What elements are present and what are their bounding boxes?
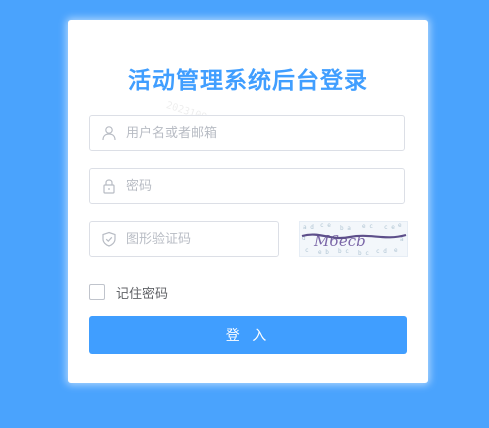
svg-text:c d: c d bbox=[376, 248, 387, 255]
page-title: 活动管理系统后台登录 bbox=[128, 68, 368, 94]
svg-text:e: e bbox=[394, 247, 398, 254]
remember-password[interactable]: 记住密码 bbox=[89, 283, 169, 302]
svg-text:e c: e c bbox=[362, 223, 373, 230]
password-field[interactable] bbox=[89, 168, 405, 204]
captcha-image[interactable]: a dc eb a e cc ee ce bb c b cc de da M6e… bbox=[299, 221, 408, 257]
lock-icon bbox=[103, 179, 115, 194]
svg-text:c: c bbox=[305, 247, 309, 254]
login-button[interactable]: 登 入 bbox=[89, 316, 407, 354]
captcha-input[interactable] bbox=[126, 222, 266, 256]
captcha-graphic: a dc eb a e cc ee ce bb c b cc de da M6e… bbox=[301, 222, 407, 256]
svg-text:e b: e b bbox=[318, 249, 329, 256]
svg-text:b a: b a bbox=[340, 225, 351, 232]
svg-text:b c: b c bbox=[358, 250, 369, 256]
password-input[interactable] bbox=[126, 169, 386, 203]
remember-label: 记住密码 bbox=[116, 286, 169, 302]
shield-check-icon bbox=[102, 231, 116, 247]
svg-text:c e: c e bbox=[320, 222, 331, 229]
user-icon bbox=[102, 126, 116, 141]
svg-text:e: e bbox=[398, 222, 402, 229]
login-page: 活动管理系统后台登录 2023109-01 bbox=[0, 0, 489, 428]
svg-text:a d: a d bbox=[303, 224, 314, 231]
username-input[interactable] bbox=[126, 116, 386, 150]
remember-checkbox[interactable] bbox=[89, 284, 105, 300]
svg-text:c e: c e bbox=[384, 224, 395, 231]
login-card: 活动管理系统后台登录 2023109-01 bbox=[68, 20, 428, 383]
username-field[interactable] bbox=[89, 115, 405, 151]
captcha-field[interactable] bbox=[89, 221, 279, 257]
